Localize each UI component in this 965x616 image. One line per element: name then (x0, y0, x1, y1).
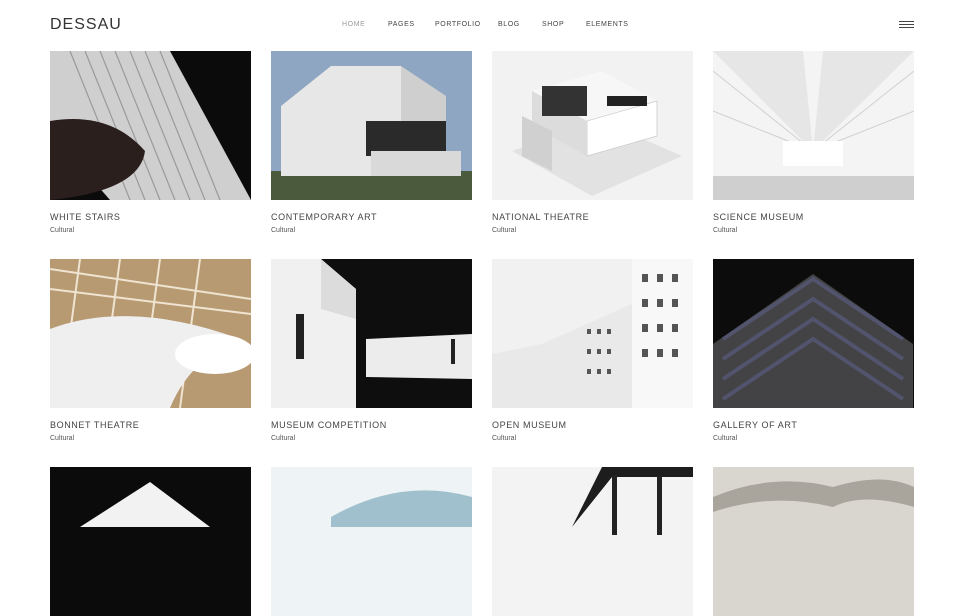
portfolio-item[interactable]: WHITE STAIRS Cultural (50, 51, 251, 234)
nav-item-shop[interactable]: SHOP (542, 21, 564, 28)
portfolio-image[interactable] (50, 51, 251, 200)
portfolio-category[interactable]: Cultural (713, 227, 737, 234)
nav-item-portfolio[interactable]: PORTFOLIO (435, 21, 481, 28)
portfolio-title[interactable]: BONNET THEATRE (50, 420, 139, 430)
portfolio-title[interactable]: GALLERY OF ART (713, 420, 797, 430)
main-nav: HOME PAGES PORTFOLIO BLOG SHOP ELEMENTS (0, 21, 965, 33)
portfolio-category[interactable]: Cultural (271, 227, 295, 234)
portfolio-item[interactable] (713, 467, 914, 616)
portfolio-item[interactable]: CONTEMPORARY ART Cultural (271, 51, 472, 234)
portfolio-category[interactable]: Cultural (50, 435, 74, 442)
portfolio-item[interactable] (50, 467, 251, 616)
portfolio-title[interactable]: OPEN MUSEUM (492, 420, 567, 430)
hamburger-menu-icon[interactable] (899, 21, 914, 29)
portfolio-title[interactable]: WHITE STAIRS (50, 212, 121, 222)
portfolio-image[interactable] (492, 259, 693, 408)
nav-item-blog[interactable]: BLOG (498, 21, 520, 28)
portfolio-image[interactable] (713, 51, 914, 200)
portfolio-category[interactable]: Cultural (492, 435, 516, 442)
portfolio-category[interactable]: Cultural (271, 435, 295, 442)
portfolio-image[interactable] (492, 467, 693, 616)
portfolio-image[interactable] (271, 467, 472, 616)
portfolio-title[interactable]: SCIENCE MUSEUM (713, 212, 804, 222)
portfolio-image[interactable] (271, 259, 472, 408)
portfolio-item[interactable]: NATIONAL THEATRE Cultural (492, 51, 693, 234)
portfolio-image[interactable] (50, 259, 251, 408)
portfolio-item[interactable] (271, 467, 472, 616)
portfolio-image[interactable] (492, 51, 693, 200)
portfolio-title[interactable]: NATIONAL THEATRE (492, 212, 589, 222)
portfolio-item[interactable]: OPEN MUSEUM Cultural (492, 259, 693, 442)
nav-item-pages[interactable]: PAGES (388, 21, 415, 28)
nav-item-elements[interactable]: ELEMENTS (586, 21, 629, 28)
portfolio-category[interactable]: Cultural (492, 227, 516, 234)
nav-item-home[interactable]: HOME (342, 21, 365, 28)
portfolio-image[interactable] (271, 51, 472, 200)
portfolio-item[interactable]: SCIENCE MUSEUM Cultural (713, 51, 914, 234)
portfolio-item[interactable]: MUSEUM COMPETITION Cultural (271, 259, 472, 442)
portfolio-image[interactable] (713, 467, 914, 616)
portfolio-image[interactable] (713, 259, 914, 408)
site-header: DESSAU HOME PAGES PORTFOLIO BLOG SHOP EL… (0, 0, 965, 50)
portfolio-title[interactable]: CONTEMPORARY ART (271, 212, 377, 222)
portfolio-item[interactable]: GALLERY OF ART Cultural (713, 259, 914, 442)
portfolio-category[interactable]: Cultural (50, 227, 74, 234)
portfolio-title[interactable]: MUSEUM COMPETITION (271, 420, 387, 430)
portfolio-image[interactable] (50, 467, 251, 616)
portfolio-category[interactable]: Cultural (713, 435, 737, 442)
portfolio-item[interactable]: BONNET THEATRE Cultural (50, 259, 251, 442)
portfolio-item[interactable] (492, 467, 693, 616)
